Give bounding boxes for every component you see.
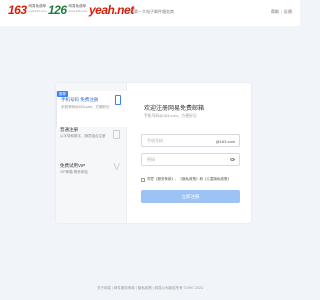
feedback-link[interactable]: 反馈	[284, 9, 292, 15]
register-card: 推荐 手机号码 免费注册 手机号码@163.com，方便好记 普通注册 以字母和…	[56, 83, 251, 223]
sidebar-item-title: 免费试用VIP	[60, 163, 86, 168]
domain-suffix: @163.com	[215, 138, 235, 144]
logo-163-subtext: 网易免费邮 mail.163.com	[29, 4, 47, 13]
help-link[interactable]: 帮助	[271, 9, 279, 15]
header-tagline: 中国第一大电子邮件服务商	[126, 9, 174, 14]
sidebar-item-normal-register[interactable]: 普通注册 以字母和数字，随意组合注册	[56, 121, 127, 157]
agree-checkbox[interactable]	[141, 177, 145, 182]
password-input[interactable]	[142, 154, 227, 165]
logo-126-number: 126	[48, 3, 67, 17]
register-type-sidebar: 推荐 手机号码 免费注册 手机号码@163.com，方便好记 普通注册 以字母和…	[56, 83, 128, 223]
vip-icon: V	[113, 162, 120, 173]
mobile-number-input[interactable]	[142, 135, 212, 146]
agreement-row: 同意《服务条款》、《隐私政策》和《儿童隐私政策》	[141, 177, 231, 182]
sidebar-item-title: 手机号码 免费注册	[61, 97, 99, 102]
logo-126-en: www.126.com	[68, 9, 88, 13]
form-subtitle: 手机号码@163.com，方便好记	[144, 114, 197, 118]
form-title: 欢迎注册网易免费邮箱	[144, 105, 205, 112]
eye-icon[interactable]	[230, 157, 235, 161]
email-field: @163.com	[141, 134, 240, 147]
footer: 关于网易 | 邮件服务条款 | 隐私政策 | 网易公司版权所有 ©1997-20…	[97, 286, 203, 290]
brand-126-logo[interactable]: 126 网易免费邮 www.126.com	[48, 4, 87, 22]
password-field	[141, 153, 240, 166]
logo-126-subtext: 网易免费邮 www.126.com	[69, 4, 88, 13]
header-links: 帮助 | 反馈	[271, 9, 292, 15]
agreement-text[interactable]: 同意《服务条款》、《隐私政策》和《儿童隐私政策》	[147, 177, 231, 182]
logo-163-number: 163	[8, 3, 27, 17]
register-button[interactable]: 立即注册	[141, 190, 240, 203]
phone-icon	[115, 95, 121, 105]
top-header: 163 网易免费邮 mail.163.com 126 网易免费邮 www.126…	[0, 0, 300, 26]
document-icon	[113, 130, 120, 139]
brand-163-logo[interactable]: 163 网易免费邮 mail.163.com	[8, 4, 46, 22]
logo-163-en: mail.163.com	[28, 9, 47, 13]
sidebar-item-desc: VIP邮箱·尊贵体验	[60, 170, 88, 174]
sidebar-item-desc: 以字母和数字，随意组合注册	[60, 134, 106, 138]
sidebar-item-desc: 手机号码@163.com，方便好记	[61, 105, 110, 109]
link-divider: |	[280, 9, 282, 14]
sidebar-item-vip-trial[interactable]: 免费试用VIP VIP邮箱·尊贵体验 V	[56, 157, 127, 193]
sidebar-item-title: 普通注册	[60, 127, 78, 132]
